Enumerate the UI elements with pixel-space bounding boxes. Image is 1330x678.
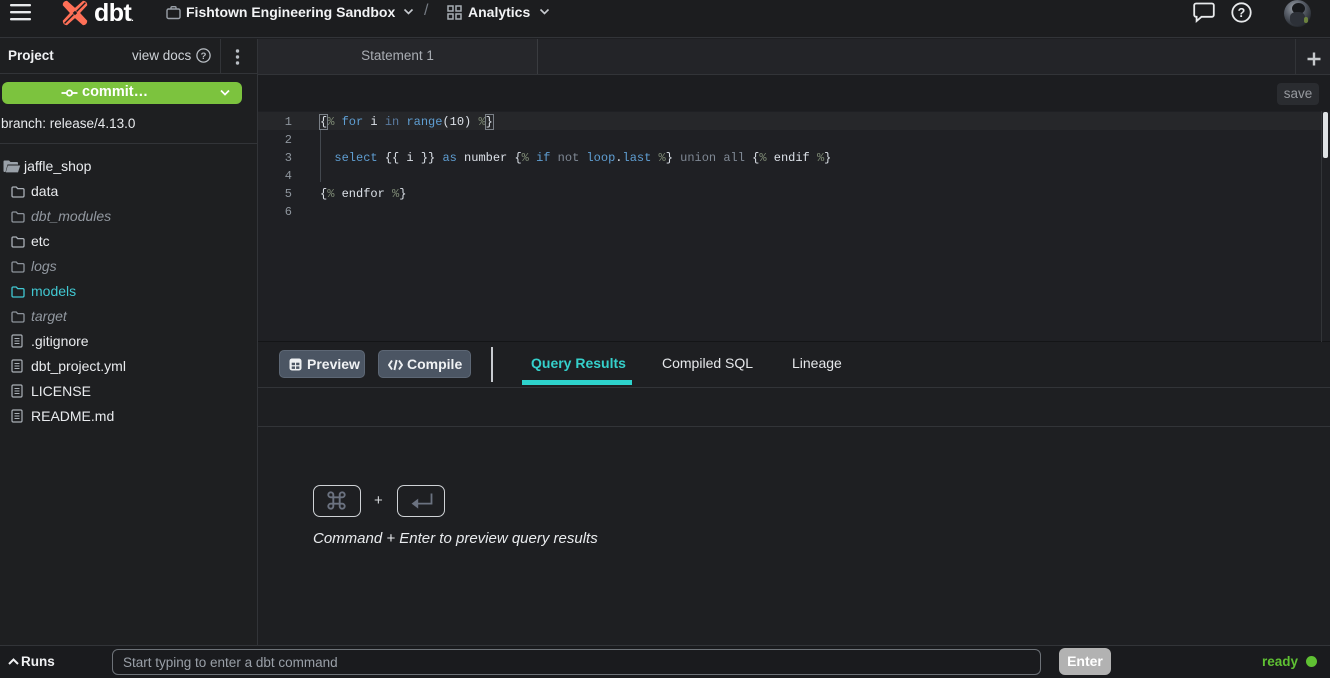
svg-text:?: ?	[201, 51, 207, 62]
svg-text:?: ?	[1238, 6, 1246, 20]
